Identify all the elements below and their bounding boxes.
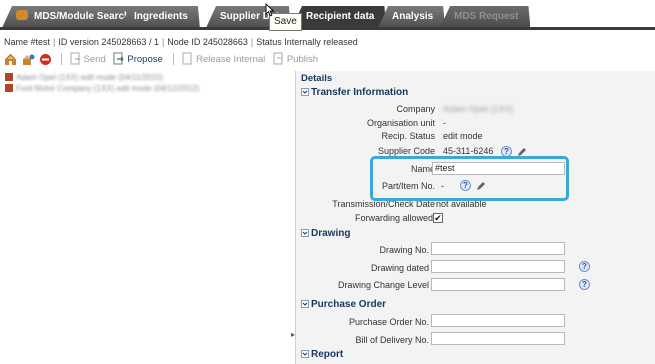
recipient-tree-item[interactable]: Adam Opel (1XX) edit mode (04/11/2015)	[5, 72, 163, 83]
toolbar: Send Propose Release Internal Publish	[4, 51, 322, 69]
drawing-no-label: Drawing No.	[379, 245, 429, 255]
info-node-id: Node ID 245028663	[167, 37, 248, 47]
tab-mds-request[interactable]: MDS Request	[440, 6, 530, 28]
tab-recipient-data[interactable]: Recipient data	[292, 6, 386, 28]
highlight-box	[370, 156, 569, 201]
release-internal-button[interactable]: Release Internal	[181, 51, 265, 69]
tree-expand-icon[interactable]	[22, 53, 35, 66]
recip-status-value: edit mode	[443, 131, 483, 141]
tab-ingredients[interactable]: Ingredients	[120, 6, 200, 28]
tab-bar: MDS/Module Search Ingredients Supplier D…	[0, 6, 655, 28]
delete-icon[interactable]	[39, 53, 52, 66]
forwarding-allowed-checkbox[interactable]: ✔	[433, 213, 443, 223]
tab-analysis[interactable]: Analysis	[378, 6, 445, 28]
drawing-change-level-input[interactable]	[431, 278, 565, 291]
toolbar-separator	[60, 52, 62, 65]
info-status: Status Internally released	[256, 37, 358, 47]
chevron-down-icon	[301, 350, 309, 358]
details-title: Details	[301, 73, 333, 84]
splitter-arrow-icon[interactable]: ▸	[291, 330, 295, 342]
company-label: Company	[396, 104, 435, 114]
org-unit-label: Organisation unit	[366, 118, 435, 128]
help-icon[interactable]: ?	[579, 279, 590, 290]
tab-mds-module-search[interactable]: MDS/Module Search	[2, 6, 142, 28]
recipient-icon	[5, 84, 13, 92]
tree-structure-icon[interactable]	[4, 53, 17, 66]
purchase-order-no-label: Purchase Order No.	[348, 317, 429, 327]
release-internal-icon	[182, 52, 192, 65]
bill-of-delivery-no-label: Bill of Delivery No.	[355, 335, 429, 345]
help-icon[interactable]: ?	[579, 261, 590, 272]
toolbar-separator	[173, 52, 175, 65]
publish-button[interactable]: Publish	[272, 51, 318, 69]
recipient-tree-panel: Adam Opel (1XX) edit mode (04/11/2015) F…	[0, 71, 292, 364]
tab-bar-divider	[0, 27, 655, 30]
drawing-no-input[interactable]	[431, 242, 565, 255]
supplier-code-value: 45-311-6246	[443, 146, 494, 156]
info-name: Name #test	[4, 37, 51, 47]
chevron-down-icon	[301, 88, 309, 96]
bill-of-delivery-no-input[interactable]	[431, 332, 565, 345]
object-info-line: Name #test | ID version 245028663 / 1 | Node…	[4, 37, 358, 47]
chevron-down-icon	[301, 229, 309, 237]
drawing-change-level-label: Drawing Change Level	[337, 280, 429, 290]
purchase-order-no-input[interactable]	[431, 314, 565, 327]
drawing-dated-label: Drawing dated	[370, 263, 429, 273]
chevron-down-icon	[301, 300, 309, 308]
org-unit-value: -	[443, 118, 446, 128]
section-drawing[interactable]: Drawing	[301, 228, 350, 239]
section-report[interactable]: Report	[301, 349, 343, 360]
recipient-icon	[5, 73, 13, 81]
propose-button[interactable]: Propose	[112, 51, 163, 69]
supplier-code-label: Supplier Code	[377, 146, 435, 156]
propose-icon	[113, 52, 125, 65]
mouse-cursor-icon	[265, 3, 275, 17]
send-button[interactable]: Send	[69, 51, 106, 69]
details-panel: Details Transfer Information Company Ada…	[295, 71, 655, 364]
info-id-version: ID version 245028663 / 1	[58, 37, 159, 47]
section-purchase-order[interactable]: Purchase Order	[301, 299, 386, 310]
forwarding-allowed-label: Forwarding allowed	[354, 213, 433, 223]
company-value: Adam Opel (1XX)	[443, 104, 514, 114]
recipient-tree-item[interactable]: Ford Motor Company (1XX) edit mode (04/1…	[5, 83, 199, 94]
send-icon	[70, 52, 80, 65]
drawing-dated-input[interactable]	[431, 260, 565, 273]
recip-status-label: Recip. Status	[381, 131, 435, 141]
publish-icon	[273, 52, 283, 65]
mds-icon	[16, 10, 28, 20]
section-transfer-information[interactable]: Transfer Information	[301, 87, 408, 98]
